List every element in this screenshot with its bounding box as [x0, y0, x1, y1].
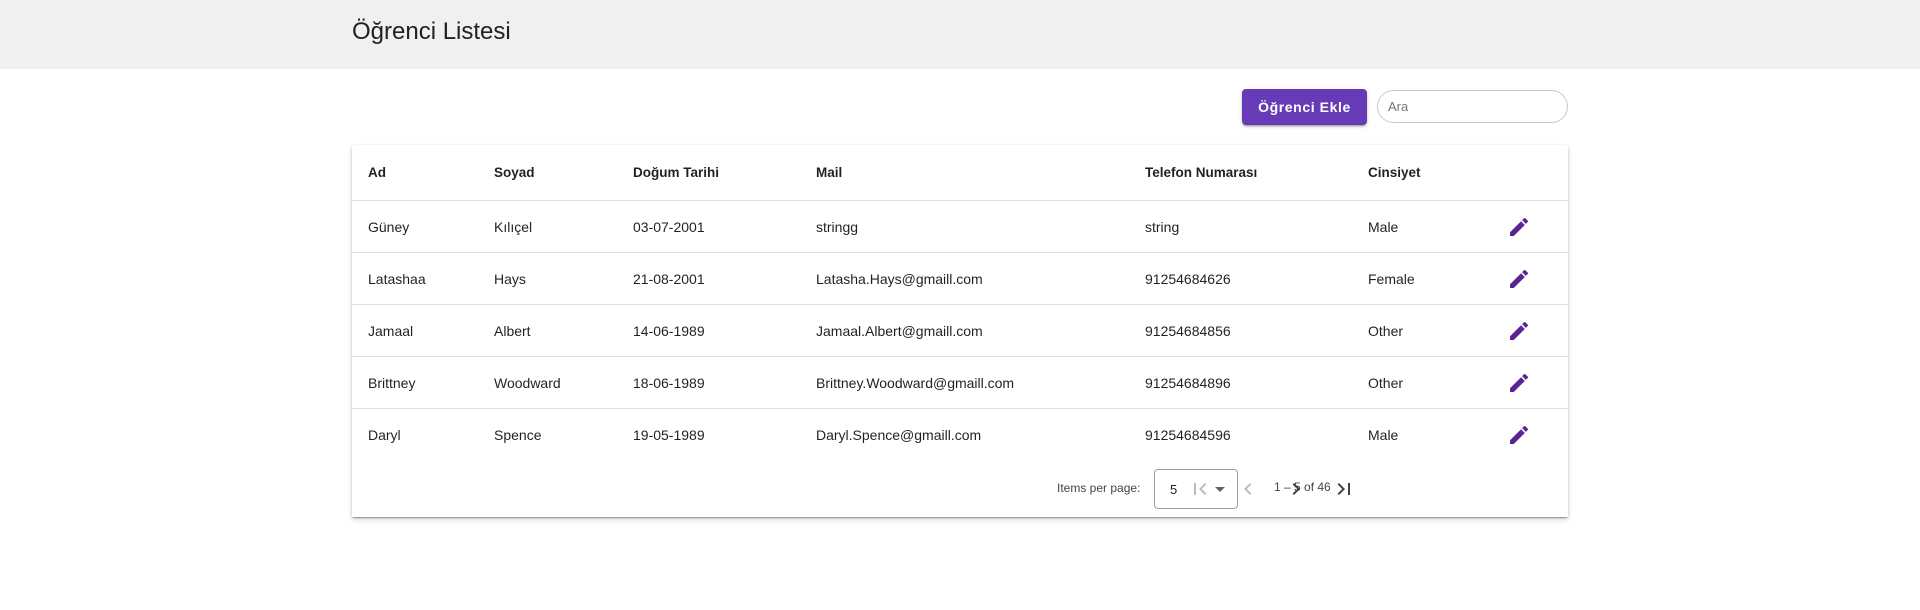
cell-telefon: 91254684896 [1145, 374, 1231, 391]
cell-mail: Jamaal.Albert@gmaill.com [816, 322, 983, 339]
edit-icon [1510, 373, 1529, 392]
cell-cinsiyet: Other [1368, 322, 1404, 339]
cell-mail: stringg [816, 218, 859, 235]
cell-ad: Jamaal [368, 322, 414, 339]
column-header-telefon: Telefon Numarası [1145, 165, 1258, 180]
cell-soyad: Albert [494, 322, 531, 339]
edit-icon [1510, 321, 1529, 340]
cell-mail: Brittney.Woodward@gmaill.com [816, 374, 1015, 391]
cell-soyad: Spence [494, 427, 542, 443]
page-size-value: 5 [1170, 482, 1178, 497]
next-page-button[interactable] [1280, 473, 1312, 505]
next-page-icon [1292, 483, 1300, 495]
edit-button[interactable] [1503, 201, 1535, 252]
column-header-cinsiyet: Cinsiyet [1368, 165, 1421, 180]
cell-dogum-tarihi: 18-06-1989 [633, 374, 705, 391]
cell-ad: Brittney [368, 374, 416, 391]
cell-dogum-tarihi: 19-05-1989 [633, 427, 705, 443]
paginator: Items per page: 5 1 – 5 of 46 [352, 461, 1568, 517]
edit-button[interactable] [1503, 305, 1535, 356]
cell-cinsiyet: Male [1368, 427, 1399, 443]
edit-icon [1510, 217, 1529, 236]
student-table-card: Ad Soyad Doğum Tarihi Mail Telefon Numar… [352, 145, 1568, 517]
previous-page-icon [1244, 483, 1252, 495]
cell-dogum-tarihi: 03-07-2001 [633, 218, 705, 235]
table-header-row: Ad Soyad Doğum Tarihi Mail Telefon Numar… [352, 145, 1568, 201]
last-page-button[interactable] [1328, 473, 1360, 505]
dropdown-arrow-icon [1215, 487, 1225, 492]
edit-icon [1510, 269, 1529, 288]
cell-ad: Güney [368, 218, 410, 235]
cell-mail: Daryl.Spence@gmaill.com [816, 427, 982, 443]
cell-telefon: string [1145, 218, 1180, 235]
previous-page-button[interactable] [1232, 473, 1264, 505]
cell-soyad: Hays [494, 270, 526, 287]
cell-cinsiyet: Other [1368, 374, 1404, 391]
cell-mail: Latasha.Hays@gmaill.com [816, 270, 983, 287]
column-header-dogum-tarihi: Doğum Tarihi [633, 165, 719, 180]
last-page-icon [1337, 483, 1350, 495]
cell-ad: Latashaa [368, 270, 426, 287]
cell-soyad: Kılıçel [494, 218, 533, 235]
page-title: Öğrenci Listesi [352, 18, 511, 45]
cell-soyad: Woodward [494, 374, 561, 391]
edit-button[interactable] [1503, 253, 1535, 304]
add-student-button[interactable]: Öğrenci Ekle [1242, 89, 1367, 125]
items-per-page-label: Items per page: [1057, 481, 1141, 495]
cell-ad: Daryl [368, 427, 401, 443]
first-page-button[interactable] [1184, 473, 1216, 505]
cell-dogum-tarihi: 14-06-1989 [633, 322, 705, 339]
cell-cinsiyet: Female [1368, 270, 1415, 287]
column-header-ad: Ad [368, 165, 386, 180]
top-bar: Öğrenci Listesi [0, 0, 1920, 69]
table-row: Güney Kılıçel 03-07-2001 stringg string Male [352, 201, 1568, 253]
edit-icon [1510, 425, 1529, 444]
first-page-icon [1194, 483, 1207, 495]
cell-telefon: 91254684596 [1145, 427, 1231, 443]
edit-button[interactable] [1503, 357, 1535, 408]
edit-button[interactable] [1503, 409, 1535, 461]
table-row: Brittney Woodward 18-06-1989 Brittney.Woodw… [352, 357, 1568, 409]
cell-cinsiyet: Male [1368, 218, 1399, 235]
cell-dogum-tarihi: 21-08-2001 [633, 270, 705, 287]
table-row: Daryl Spence 19-05-1989 Daryl.Spence@gmaill… [352, 409, 1568, 461]
cell-telefon: 91254684626 [1145, 270, 1231, 287]
table-row: Jamaal Albert 14-06-1989 Jamaal.Albert@gmai… [352, 305, 1568, 357]
table-row: Latashaa Hays 21-08-2001 Latasha.Hays@gmail… [352, 253, 1568, 305]
search-input[interactable] [1377, 90, 1568, 123]
cell-telefon: 91254684856 [1145, 322, 1231, 339]
column-header-mail: Mail [816, 165, 843, 180]
column-header-soyad: Soyad [494, 165, 535, 180]
